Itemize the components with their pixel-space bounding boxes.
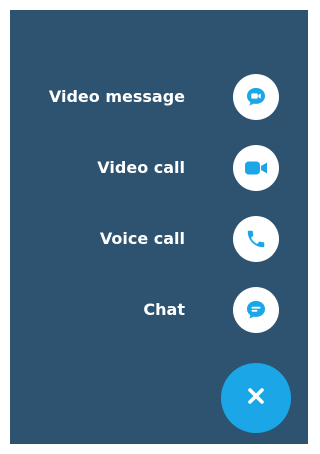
close-menu-button[interactable] [221,363,291,433]
close-icon [246,386,266,411]
menu-item-chat[interactable]: Chat [10,287,308,333]
video-camera-icon [243,155,269,181]
voice-call-button[interactable] [233,216,279,262]
menu-item-label: Video call [97,158,185,177]
menu-item-label: Voice call [99,229,185,248]
video-call-button[interactable] [233,145,279,191]
phone-icon [245,228,267,250]
menu-item-label: Video message [48,87,185,106]
menu-item-video-call[interactable]: Video call [10,145,308,191]
chat-button[interactable] [233,287,279,333]
menu-item-voice-call[interactable]: Voice call [10,216,308,262]
menu-item-video-message[interactable]: Video message [10,74,308,120]
chat-bubble-icon [245,299,267,321]
action-menu-panel: Video message Video call Voice call Chat [10,10,308,444]
video-message-icon [245,86,267,108]
menu-item-label: Chat [143,300,185,319]
video-message-button[interactable] [233,74,279,120]
